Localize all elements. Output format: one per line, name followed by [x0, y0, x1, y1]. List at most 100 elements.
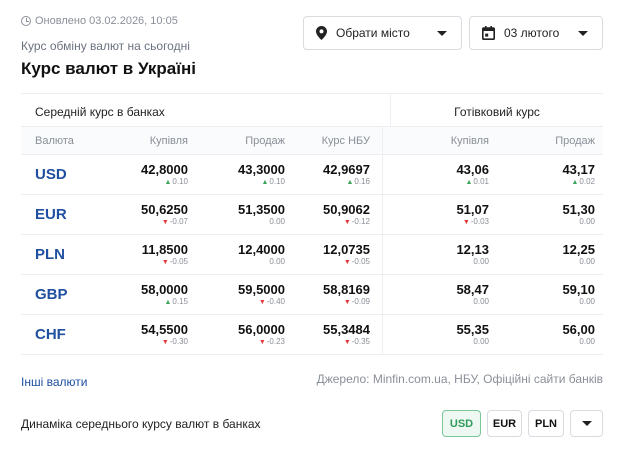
buy-cell-value: 42,8000 — [141, 161, 188, 177]
nbu-cell-value: 50,9062 — [323, 201, 370, 217]
nbu-cell-change: -0.05 — [344, 257, 370, 268]
col-buy: Купівля — [149, 134, 188, 147]
buy-cell-change: -0.05 — [162, 257, 188, 268]
nbu-cell: 42,9697 0.16 — [285, 155, 383, 194]
table-row: GBP 58,0000 0.15 59,5000 -0.40 58,8169 -… — [21, 275, 603, 315]
nbu-cell-change: -0.35 — [344, 337, 370, 348]
sell-cell-change: 0.00 — [269, 217, 285, 226]
sell-cell: 12,4000 0.00 — [188, 242, 285, 267]
chevron-down-icon — [578, 31, 588, 36]
cash-buy-cell-value: 12,13 — [456, 242, 489, 257]
other-currencies-link[interactable]: Інші валюти — [21, 375, 87, 389]
nbu-cell-value: 55,3484 — [323, 321, 370, 337]
table-row: EUR 50,6250 -0.07 51,3500 0.00 50,9062 -… — [21, 195, 603, 235]
cash-sell-cell-change: 0.02 — [571, 177, 595, 188]
sell-cell-change: 0.00 — [269, 257, 285, 266]
currency-code-link[interactable]: CHF — [35, 326, 66, 343]
buy-cell-change: -0.07 — [162, 217, 188, 228]
cash-buy-cell: 55,35 0.00 — [383, 322, 489, 347]
nbu-cell: 50,9062 -0.12 — [285, 195, 383, 234]
cash-buy-cell-value: 55,35 — [456, 322, 489, 337]
sell-cell: 59,5000 -0.40 — [188, 282, 285, 308]
cash-sell-cell-change: 0.00 — [579, 217, 595, 226]
chevron-down-icon — [581, 421, 592, 426]
dynamics-more-button[interactable] — [570, 410, 603, 437]
cash-sell-cell-value: 51,30 — [562, 202, 595, 217]
nbu-cell: 55,3484 -0.35 — [285, 315, 383, 354]
cash-sell-cell-value: 43,17 — [562, 161, 595, 177]
currency-cell: PLN — [21, 246, 116, 264]
updated-timestamp: Оновлено 03.02.2026, 10:05 — [21, 15, 178, 27]
cash-buy-cell-value: 51,07 — [456, 201, 489, 217]
city-select[interactable]: Обрати місто — [303, 16, 462, 50]
currency-code-link[interactable]: PLN — [35, 246, 65, 263]
currency-code-link[interactable]: EUR — [35, 206, 67, 223]
clock-icon — [21, 16, 31, 26]
cash-buy-cell-value: 43,06 — [456, 161, 489, 177]
buy-cell-change: 0.15 — [164, 297, 188, 308]
date-select-label: 03 лютого — [504, 26, 560, 40]
buy-cell: 54,5500 -0.30 — [116, 322, 188, 348]
buy-cell-value: 11,8500 — [141, 241, 188, 257]
currency-code-link[interactable]: GBP — [35, 286, 68, 303]
nbu-cell: 58,8169 -0.09 — [285, 275, 383, 314]
cash-buy-cell: 58,47 0.00 — [383, 282, 489, 307]
cash-sell-cell: 59,10 0.00 — [489, 282, 595, 307]
cash-buy-cell-change: -0.03 — [463, 217, 489, 228]
col-nbu: Курс НБУ — [285, 127, 383, 154]
nbu-cell-change: -0.09 — [344, 297, 370, 308]
cash-sell-cell: 56,00 0.00 — [489, 322, 595, 347]
dynamics-pln-button[interactable]: PLN — [528, 410, 564, 437]
cash-buy-cell-change: 0.00 — [473, 257, 489, 266]
data-source: Джерело: Minfin.com.ua, НБУ, Офіційні са… — [316, 372, 603, 386]
currency-cell: EUR — [21, 206, 116, 224]
nbu-cell-value: 42,9697 — [323, 161, 370, 177]
cash-buy-cell: 43,06 0.01 — [383, 162, 489, 188]
updated-text: Оновлено 03.02.2026, 10:05 — [35, 15, 178, 27]
sell-cell: 43,3000 0.10 — [188, 162, 285, 188]
cash-buy-cell: 51,07 -0.03 — [383, 202, 489, 228]
cash-sell-cell-value: 59,10 — [562, 282, 595, 297]
currency-cell: CHF — [21, 326, 116, 344]
page-title: Курс валют в Україні — [21, 59, 197, 78]
buy-cell-value: 50,6250 — [141, 201, 188, 217]
currency-code-link[interactable]: USD — [35, 166, 67, 183]
buy-cell-change: 0.10 — [164, 177, 188, 188]
cash-buy-cell-value: 58,47 — [456, 282, 489, 297]
sell-cell-value: 51,3500 — [238, 202, 285, 217]
group-cash-header: Готівковий курс — [454, 105, 540, 119]
table-row: PLN 11,8500 -0.05 12,4000 0.00 12,0735 -… — [21, 235, 603, 275]
sell-cell: 56,0000 -0.23 — [188, 322, 285, 348]
sell-cell-change: 0.10 — [261, 177, 285, 188]
nbu-cell-value: 58,8169 — [323, 281, 370, 297]
sell-cell-change: -0.40 — [259, 297, 285, 308]
sell-cell: 51,3500 0.00 — [188, 202, 285, 227]
col-sell: Продаж — [245, 134, 285, 147]
rates-table: Середній курс в банках Готівковий курс В… — [21, 93, 603, 355]
nbu-cell-change: -0.12 — [344, 217, 370, 228]
cash-buy-cell-change: 0.00 — [473, 337, 489, 346]
buy-cell: 58,0000 0.15 — [116, 282, 188, 308]
nbu-cell-value: 12,0735 — [323, 241, 370, 257]
dynamics-label: Динаміка середнього курсу валют в банках — [21, 417, 261, 431]
table-row: USD 42,8000 0.10 43,3000 0.10 42,9697 0.… — [21, 155, 603, 195]
col-cash-buy: Купівля — [450, 134, 489, 147]
buy-cell: 11,8500 -0.05 — [116, 242, 188, 268]
table-body: USD 42,8000 0.10 43,3000 0.10 42,9697 0.… — [21, 155, 603, 355]
cash-sell-cell: 51,30 0.00 — [489, 202, 595, 227]
date-select[interactable]: 03 лютого — [469, 16, 603, 50]
group-average-header: Середній курс в банках — [21, 94, 391, 126]
chevron-down-icon — [437, 31, 447, 36]
sell-cell-value: 43,3000 — [238, 161, 285, 177]
currency-cell: USD — [21, 166, 116, 184]
table-row: CHF 54,5500 -0.30 56,0000 -0.23 55,3484 … — [21, 315, 603, 355]
dynamics-eur-button[interactable]: EUR — [487, 410, 522, 437]
col-cash-sell: Продаж — [555, 134, 595, 147]
buy-cell-value: 54,5500 — [141, 321, 188, 337]
cash-sell-cell-change: 0.00 — [579, 297, 595, 306]
location-pin-icon — [316, 26, 327, 40]
cash-buy-cell-change: 0.01 — [465, 177, 489, 188]
cash-sell-cell-value: 12,25 — [562, 242, 595, 257]
dynamics-usd-button[interactable]: USD — [442, 410, 481, 437]
calendar-icon — [482, 26, 495, 40]
